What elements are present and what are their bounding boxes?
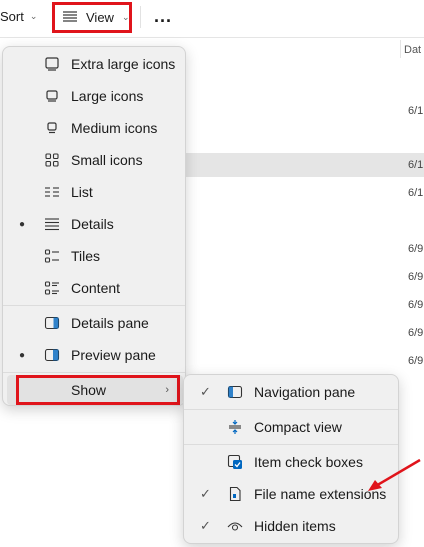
- submenu-item-file-name-extensions[interactable]: ✓ File name extensions: [188, 479, 396, 509]
- sort-label: Sort: [0, 9, 24, 24]
- eye-icon: [226, 517, 244, 535]
- menu-item-label: Medium icons: [71, 120, 158, 136]
- menu-item-label: Content: [71, 280, 121, 296]
- selected-bullet-icon: ●: [19, 349, 26, 361]
- checkmark-icon: ✓: [200, 518, 211, 533]
- submenu-item-item-check-boxes[interactable]: Item check boxes: [188, 447, 396, 477]
- details-pane-icon: [43, 314, 61, 332]
- chevron-down-icon: ⌄: [121, 12, 130, 22]
- menu-item-medium-icons[interactable]: Medium icons: [7, 113, 183, 143]
- checkmark-icon: ✓: [200, 384, 211, 399]
- menu-item-extra-large-icons[interactable]: Extra large icons: [7, 49, 183, 79]
- submenu-item-compact-view[interactable]: Compact view: [188, 412, 396, 442]
- row-date: 6/9: [408, 271, 424, 283]
- compact-view-icon: [226, 418, 244, 436]
- sort-button[interactable]: Sort ⌄: [0, 9, 37, 24]
- view-menu: Extra large icons Large icons Medium ico…: [2, 46, 186, 406]
- navigation-pane-icon: [226, 383, 244, 401]
- menu-item-large-icons[interactable]: Large icons: [7, 81, 183, 111]
- row-date: 6/9: [408, 243, 424, 255]
- content-icon: [43, 279, 61, 297]
- row-date: 6/1: [408, 105, 424, 117]
- menu-item-label: Tiles: [71, 248, 101, 264]
- menu-item-label: List: [71, 184, 93, 200]
- view-label: View: [86, 10, 114, 25]
- view-button[interactable]: View ⌄: [52, 2, 132, 33]
- menu-item-label: Preview pane: [71, 347, 156, 363]
- row-date: 6/1: [408, 187, 424, 199]
- highlight-box: [16, 375, 180, 405]
- chevron-down-icon: ⌄: [29, 11, 38, 21]
- file-icon: [226, 485, 244, 503]
- details-icon: [43, 215, 61, 233]
- annotation-arrow-icon: [368, 458, 421, 491]
- menu-item-preview-pane[interactable]: ● Preview pane: [7, 340, 183, 370]
- monitor-small-icon: [43, 119, 61, 137]
- menu-item-small-icons[interactable]: Small icons: [7, 145, 183, 175]
- menu-item-details-pane[interactable]: Details pane: [7, 308, 183, 338]
- column-divider: [400, 40, 401, 58]
- menu-item-label: Details pane: [71, 315, 149, 331]
- checkbox-icon: [226, 453, 244, 471]
- tiles-icon: [43, 247, 61, 265]
- command-bar: Sort ⌄ View ⌄ ...: [0, 0, 424, 38]
- more-options-button[interactable]: ...: [154, 6, 172, 27]
- row-date: 6/9: [408, 355, 424, 367]
- monitor-large-icon: [43, 55, 61, 73]
- view-menu-icon: [62, 10, 78, 25]
- list-icon: [43, 183, 61, 201]
- menu-item-label: Details: [71, 216, 114, 232]
- submenu-item-label: Item check boxes: [254, 454, 363, 470]
- submenu-item-label: Hidden items: [254, 518, 336, 534]
- menu-divider: [3, 305, 185, 306]
- row-date: 6/9: [408, 327, 424, 339]
- menu-divider: [184, 409, 398, 410]
- menu-item-details[interactable]: ● Details: [7, 209, 183, 239]
- row-date: 6/9: [408, 299, 424, 311]
- menu-divider: [3, 372, 185, 373]
- menu-item-tiles[interactable]: Tiles: [7, 241, 183, 271]
- menu-item-label: Small icons: [71, 152, 143, 168]
- menu-item-content[interactable]: Content: [7, 273, 183, 303]
- menu-item-list[interactable]: List: [7, 177, 183, 207]
- preview-pane-icon: [43, 346, 61, 364]
- menu-item-label: Extra large icons: [71, 56, 176, 72]
- checkmark-icon: ✓: [200, 486, 211, 501]
- submenu-item-label: Compact view: [254, 419, 342, 435]
- submenu-item-hidden-items[interactable]: ✓ Hidden items: [188, 511, 396, 541]
- grid-icon: [43, 151, 61, 169]
- selected-bullet-icon: ●: [19, 218, 26, 230]
- menu-divider: [184, 444, 398, 445]
- submenu-item-label: Navigation pane: [254, 384, 356, 400]
- selected-row[interactable]: [186, 153, 424, 177]
- date-column-header[interactable]: Dat: [404, 44, 421, 56]
- toolbar-divider: [140, 6, 141, 28]
- monitor-icon: [43, 87, 61, 105]
- row-date: 6/1: [408, 159, 424, 171]
- menu-item-label: Large icons: [71, 88, 144, 104]
- submenu-item-navigation-pane[interactable]: ✓ Navigation pane: [188, 377, 396, 407]
